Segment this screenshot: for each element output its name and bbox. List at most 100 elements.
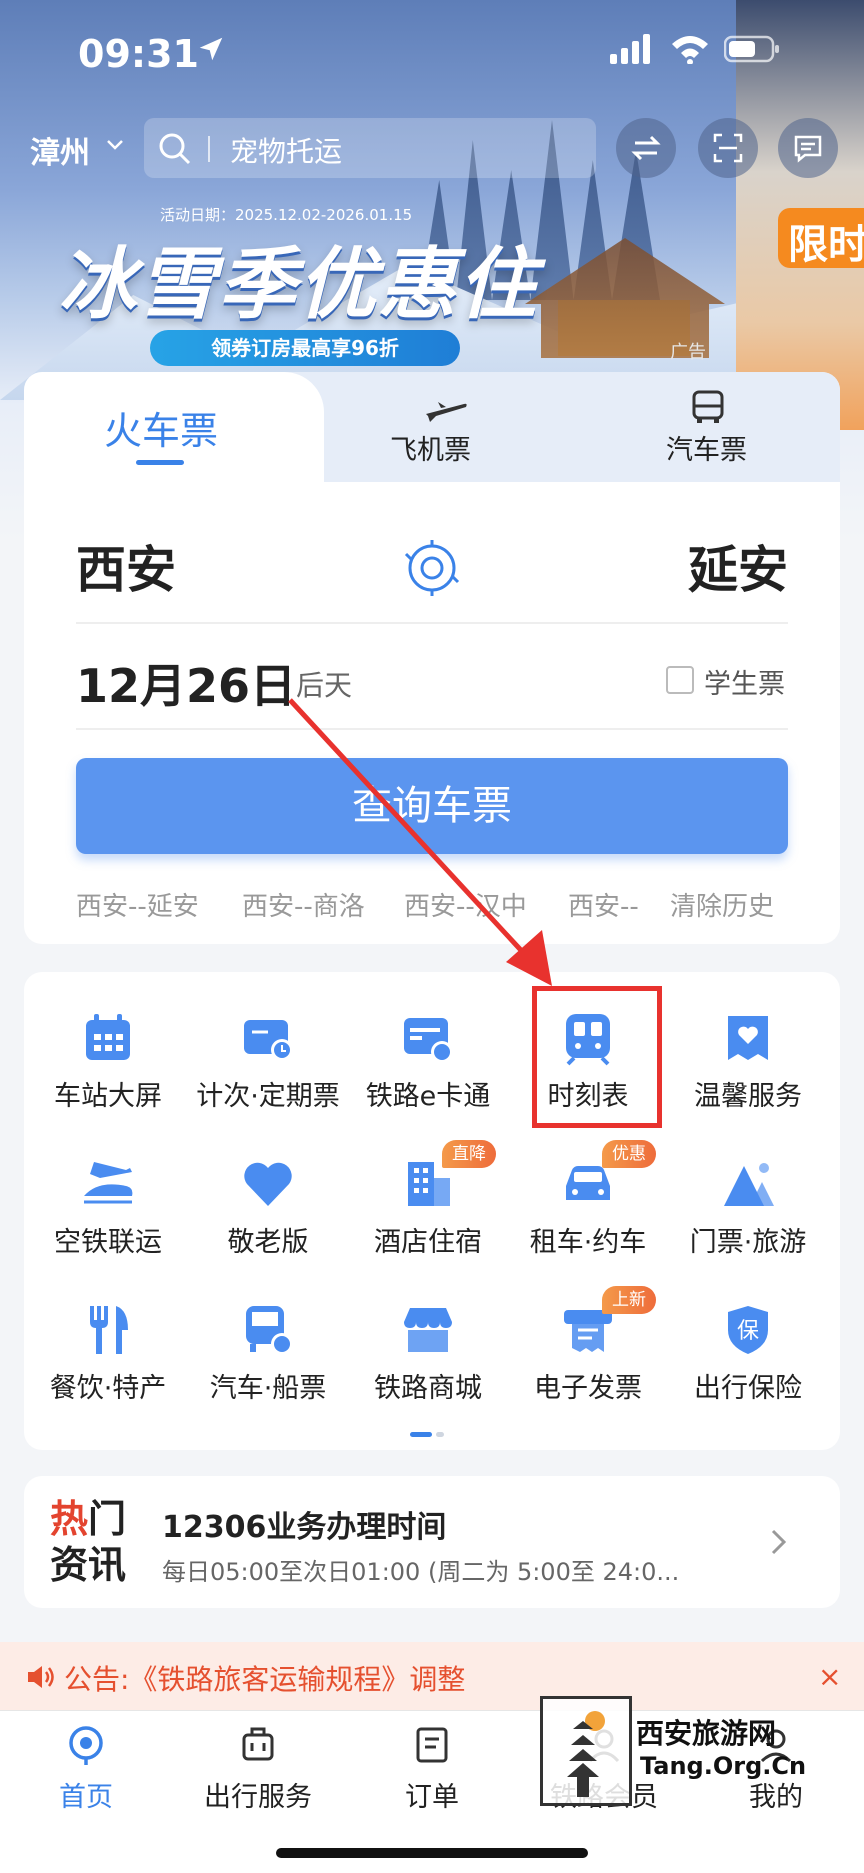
service-mall[interactable]: 铁路商城 — [348, 1292, 508, 1420]
tab-flight[interactable]: 飞机票 — [390, 428, 471, 467]
ticket-card-icon — [244, 1020, 293, 1061]
service-car-rental[interactable]: 优惠 租车·约车 — [508, 1140, 668, 1274]
dining-icon — [90, 1306, 128, 1354]
news-title: 12306业务办理时间 — [162, 1510, 447, 1545]
home-indicator — [276, 1848, 588, 1858]
chevron-down-icon[interactable] — [106, 138, 124, 152]
city-selector[interactable]: 漳州 — [30, 128, 90, 172]
annotation-arrow — [288, 698, 552, 986]
service-label: 电子发票 — [534, 1373, 642, 1404]
promo-pill: 领券订房最高享96折 — [150, 330, 460, 366]
search-divider — [208, 136, 210, 162]
service-label: 铁路e卡通 — [365, 1081, 491, 1112]
heart-service-icon — [728, 1016, 768, 1060]
hot-news-card[interactable]: 热门 资讯 12306业务办理时间 每日05:00至次日01:00 (周二为 5… — [24, 1476, 840, 1608]
service-invoice[interactable]: 上新 电子发票 — [508, 1286, 668, 1420]
hot-news-tag-line2: 资讯 — [50, 1543, 127, 1587]
location-arrow-icon — [199, 37, 223, 61]
service-period-ticket[interactable]: 计次·定期票 — [188, 1000, 348, 1128]
promo-title: 冰雪季优惠住 — [58, 240, 539, 330]
scan-button[interactable] — [698, 118, 758, 178]
heart-icon — [244, 1162, 292, 1206]
wifi-icon — [672, 36, 708, 64]
battery-icon — [724, 35, 779, 63]
ecard-icon — [404, 1018, 453, 1063]
nav-label: 出行服务 — [204, 1782, 312, 1813]
service-bus-ship[interactable]: 汽车·船票 — [188, 1292, 348, 1420]
hot-news-tag: 热门 资讯 — [50, 1496, 126, 1588]
signal-icon — [610, 34, 650, 64]
home-rail-icon — [69, 1726, 103, 1765]
promo-badge: 上新 — [602, 1286, 656, 1314]
departure-date[interactable]: 12月26日 — [76, 650, 296, 716]
student-checkbox[interactable] — [666, 666, 694, 694]
student-label[interactable]: 学生票 — [704, 662, 785, 701]
tab-train-label[interactable]: 火车票 — [104, 400, 218, 455]
notice-close-button[interactable]: × — [818, 1660, 841, 1693]
arrival-station[interactable]: 延安 — [688, 530, 788, 602]
annotation-highlight-box — [532, 986, 662, 1128]
search-input[interactable]: 宠物托运 — [230, 130, 342, 170]
service-care[interactable]: 温馨服务 — [668, 1000, 828, 1128]
plane-train-icon — [84, 1162, 133, 1204]
mountain-icon — [724, 1163, 774, 1206]
service-dining[interactable]: 餐饮·特产 — [28, 1292, 188, 1420]
nav-label: 订单 — [405, 1782, 459, 1813]
service-insurance[interactable]: 保 出行保险 — [668, 1292, 828, 1420]
service-tours[interactable]: 门票·旅游 — [668, 1146, 828, 1274]
clear-history-button[interactable]: 清除历史 — [670, 886, 774, 923]
service-label: 空铁联运 — [54, 1227, 162, 1258]
service-label: 车站大屏 — [54, 1081, 162, 1112]
switch-button[interactable] — [616, 118, 676, 178]
promo-badge: 直降 — [442, 1140, 496, 1168]
nav-orders[interactable]: 订单 — [346, 1725, 518, 1814]
shop-icon — [404, 1308, 452, 1352]
ad-label: 广告 — [670, 342, 706, 363]
bus-icon — [692, 390, 724, 423]
swap-arrows-icon — [631, 135, 661, 161]
luggage-icon — [242, 1727, 274, 1761]
service-label: 敬老版 — [227, 1227, 309, 1258]
status-time: 09:31 — [78, 32, 199, 76]
nav-travel-services[interactable]: 出行服务 — [172, 1725, 344, 1814]
service-elderly[interactable]: 敬老版 — [188, 1146, 348, 1274]
watermark-url: Tang.Org.Cn — [640, 1752, 807, 1780]
divider — [76, 622, 788, 624]
service-label: 租车·约车 — [529, 1227, 647, 1258]
notice-text[interactable]: 公告:《铁路旅客运输规程》调整 — [64, 1658, 465, 1698]
promo-badge: 优惠 — [602, 1140, 656, 1168]
swap-stations-icon[interactable] — [402, 538, 462, 598]
service-station-screen[interactable]: 车站大屏 — [28, 1000, 188, 1128]
scan-icon — [713, 133, 743, 163]
service-hotel[interactable]: 直降 酒店住宿 — [348, 1140, 508, 1274]
service-air-rail[interactable]: 空铁联运 — [28, 1146, 188, 1274]
service-label: 铁路商城 — [374, 1373, 482, 1404]
hot-news-tag-rest: 门 — [88, 1497, 127, 1541]
services-grid: 车站大屏 计次·定期票 铁路e卡通 时刻表 温馨服务 空铁联运 敬老版 直降 酒… — [24, 972, 840, 1450]
shield-char: 保 — [737, 1319, 759, 1344]
chevron-right-icon — [771, 1529, 787, 1555]
page-indicator-active — [410, 1432, 432, 1437]
active-tab-indicator — [136, 460, 184, 465]
departure-station[interactable]: 西安 — [76, 530, 176, 602]
service-label: 出行保险 — [694, 1373, 802, 1404]
watermark-title: 西安旅游网 — [636, 1717, 777, 1750]
shield-icon: 保 — [728, 1306, 768, 1354]
service-label: 汽车·船票 — [209, 1373, 327, 1404]
message-icon — [794, 135, 822, 163]
search-bar[interactable]: 宠物托运 — [144, 118, 596, 178]
pagoda-logo-icon — [540, 1696, 632, 1806]
nav-label: 首页 — [59, 1782, 113, 1813]
page-indicator — [436, 1432, 444, 1437]
service-ecard[interactable]: 铁路e卡通 — [348, 1000, 508, 1128]
tab-bus[interactable]: 汽车票 — [666, 428, 747, 467]
service-label: 餐饮·特产 — [49, 1373, 167, 1404]
bus-ship-icon — [246, 1306, 293, 1355]
history-item[interactable]: 西安--延安 — [76, 886, 199, 923]
message-button[interactable] — [778, 118, 838, 178]
calendar-screen-icon — [86, 1014, 130, 1060]
service-label: 酒店住宿 — [374, 1227, 482, 1258]
nav-home[interactable]: 首页 — [0, 1725, 172, 1814]
news-subtitle: 每日05:00至次日01:00 (周二为 5:00至 24:0... — [162, 1558, 680, 1586]
service-label: 温馨服务 — [694, 1081, 802, 1112]
